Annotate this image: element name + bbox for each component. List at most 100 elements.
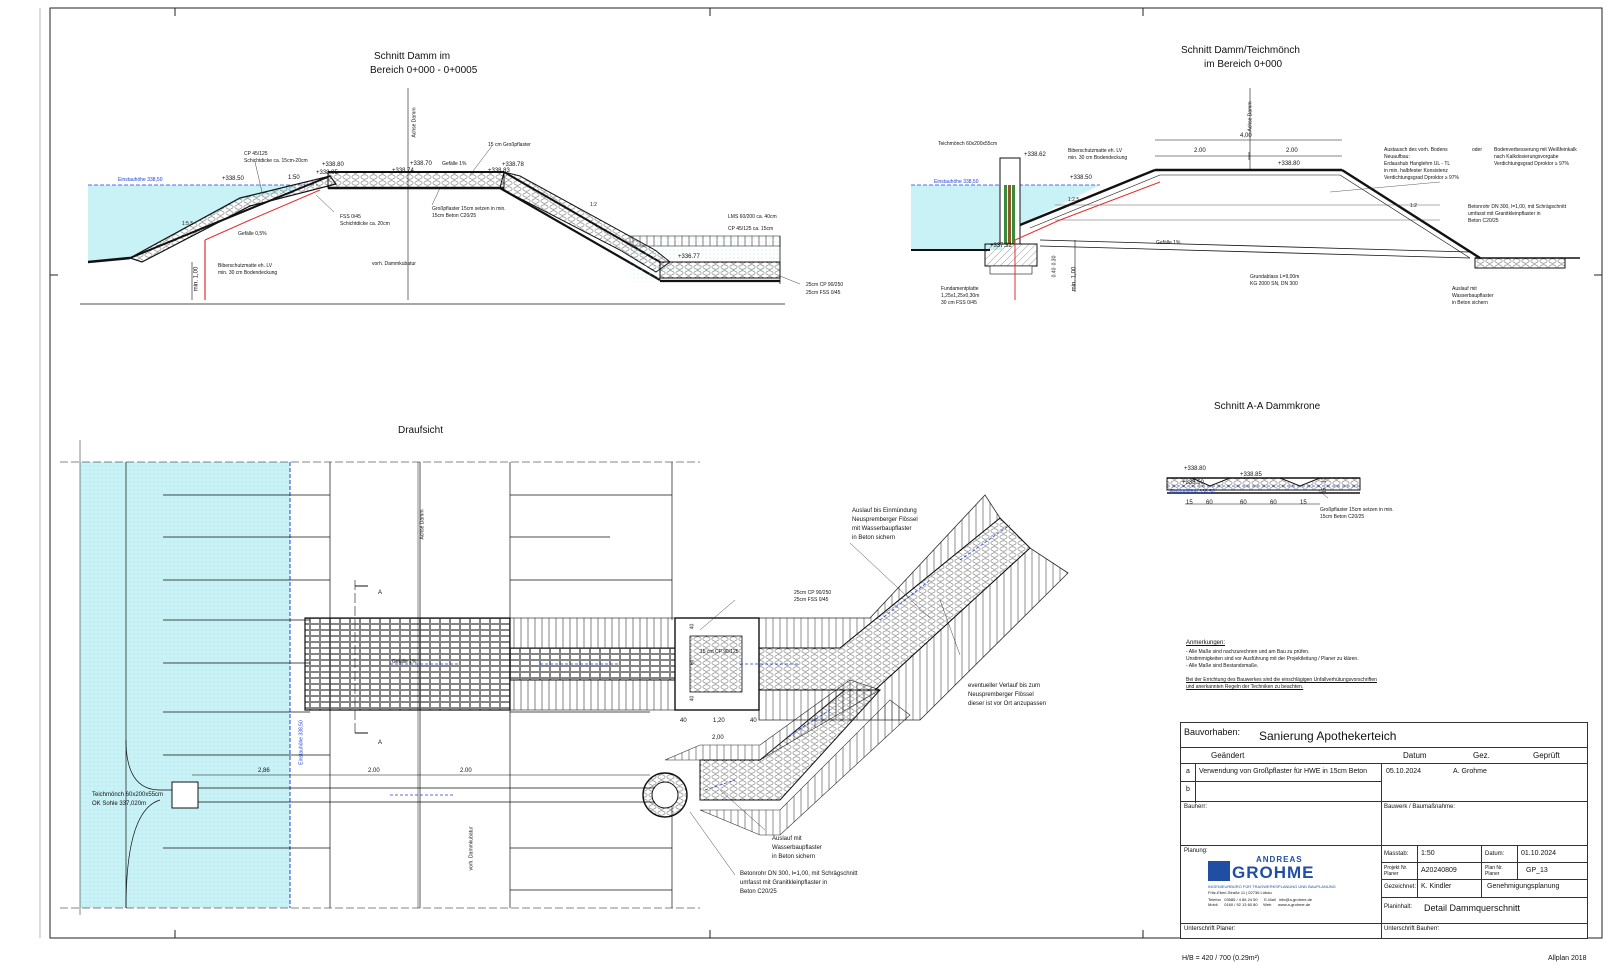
plan-outlet-bot-1: Auslauf mit: [772, 836, 802, 842]
plan-dim-9: 40: [689, 695, 696, 702]
note-right-1: Biberschutzmatte eh. LV: [1068, 148, 1123, 154]
tb-rev-a: a: [1186, 768, 1190, 775]
tb-scale-label: Masstab:: [1384, 851, 1409, 857]
tb-sig-planner: Unterschrift Planer:: [1184, 926, 1236, 932]
note-right-20: 30 cm FSS 0/45: [941, 300, 977, 306]
note-right-13: umfasst mit Granitkleinpflaster in: [1468, 211, 1541, 217]
level-left-1: +338.80: [322, 162, 344, 168]
slope-left-0: 1:5.5: [182, 221, 194, 227]
plan-dim-7: 40: [689, 623, 696, 630]
tb-rev-a-text: Verwendung von Großpflaster für HWE in 1…: [1199, 768, 1368, 775]
level-left-0: +338.50: [222, 176, 244, 182]
crest-dim-1: 60: [1206, 500, 1213, 506]
crest-water-label: Einstauhöhe 338,50: [1170, 489, 1215, 495]
dim-right-1: 2.00: [1194, 148, 1206, 154]
note-left-5: 15cm Beton C20/25: [432, 213, 477, 219]
plan-pipe-2: umfasst mit Granitkleinpflaster in: [740, 880, 828, 886]
note-left-1: Schichtdicke ca. 15cm-20cm: [244, 158, 308, 164]
water-level-label-left: Einstauhöhe 338,50: [118, 177, 163, 183]
note-left-6: FSS 0/45: [340, 214, 361, 220]
tb-planno-label-2: Planer: [1485, 871, 1500, 877]
level-right-3: +337.32: [990, 243, 1012, 249]
note-right-17: KG 2000 SN, DN 300: [1250, 281, 1298, 287]
note-left-9: Biberschutzmatte eh. LV: [218, 263, 273, 269]
plan-cp-label: 15 cm CP 90/125: [700, 649, 739, 655]
note-left-0: CP 45/125: [244, 151, 268, 157]
tb-col-checked: Geprüft: [1533, 751, 1560, 760]
plan-dim-1: 2.00: [368, 768, 380, 774]
note-left-16: min. 1,00: [193, 266, 200, 292]
note-right-9: Bodenverbesserung mit Weißfeinkalk: [1494, 147, 1577, 153]
tb-client-label: Bauherr:: [1184, 804, 1208, 810]
plan-dim-4: 1,20: [713, 718, 725, 724]
level-left-2: +338.85: [316, 170, 338, 176]
dim-right-2: 2.00: [1286, 148, 1298, 154]
slope-left-2: 1:2: [590, 202, 597, 208]
tb-projno: A20240809: [1421, 867, 1457, 874]
remarks-line-3: Bei der Errichtung des Bauwerkes sind di…: [1186, 677, 1377, 683]
plan-outlet-bot-3: in Beton sichern: [772, 854, 816, 860]
note-left-2: 15 cm Großpflaster: [488, 142, 531, 148]
remarks-line-4: und anerkannten Regeln der Techniken zu …: [1186, 684, 1304, 690]
remarks-line-2: - Alle Maße sind Bestandsmaße.: [1186, 663, 1259, 669]
plan-dim-2: 2.00: [460, 768, 472, 774]
plan-route-2: Neuspremberger Flössel: [968, 692, 1034, 698]
note-right-7: Verdichtungsgrad Dproktor ≥ 97%: [1384, 175, 1460, 181]
note-left-14: 25cm CP 90/250: [806, 282, 844, 288]
remarks-heading: Anmerkungen:: [1186, 640, 1226, 646]
dim-right-0: 4,00: [1240, 133, 1252, 139]
plan-dim-8: 60: [689, 659, 696, 666]
note-right-18: Fundamentplatte: [941, 286, 979, 292]
plan-footprint-label: vorh. Dammkubatur: [468, 826, 475, 871]
footer-software: Allplan 2018: [1548, 955, 1587, 962]
section-mark-a-bottom: A: [378, 740, 383, 746]
tb-scale: 1:50: [1421, 850, 1435, 857]
note-left-10: min. 30 cm Bodendeckung: [218, 270, 278, 276]
plan-monk-sole: OK Sohle 337,020m: [92, 801, 147, 807]
plan-dim-5: 40: [750, 718, 757, 724]
tb-structure-label: Bauwerk / Baumaßnahme:: [1384, 804, 1456, 810]
note-right-4: Neuaufbau:: [1384, 154, 1410, 160]
logo-mark: [1208, 861, 1230, 881]
remarks-line-0: - Alle Maße sind nachzurechnen und am Ba…: [1186, 649, 1310, 655]
note-left-11: vorh. Dammkubatur: [372, 261, 416, 267]
plan-outlet-top-1: Auslauf bis Einmündung: [852, 508, 917, 514]
crest-dim-4: 15: [1300, 500, 1307, 506]
tb-rev-a-drawn: A. Grohme: [1453, 768, 1487, 775]
note-right-21: Auslauf mit: [1452, 286, 1477, 292]
plan-pipe-3: Beton C20/25: [740, 889, 777, 895]
tb-col-changed: Geändert: [1211, 751, 1245, 760]
tb-phase: Genehmigungsplanung: [1487, 883, 1560, 890]
plan-dim-0: 2,86: [258, 768, 270, 774]
section-dam-monk: [911, 88, 1580, 300]
note-right-10: nach Kalkdosierungsvorgabe: [1494, 154, 1559, 160]
level-right-2: +338.80: [1278, 161, 1300, 167]
tb-rev-a-date: 05.10.2024: [1386, 768, 1422, 775]
note-left-13: CP 45/125 ca. 15cm: [728, 226, 774, 232]
tb-projno-label-2: Planer: [1384, 871, 1399, 877]
tb-project: Sanierung Apothekerteich: [1259, 729, 1397, 743]
level-left-6: +338.83: [488, 168, 510, 174]
note-right-14: Beton C20/25: [1468, 218, 1499, 224]
tb-project-label: Bauvorhaben:: [1184, 727, 1241, 737]
note-left-4: Großpflaster 15cm setzen in min.: [432, 206, 506, 212]
slope-right-1: 1:2: [1410, 203, 1417, 209]
crest-note-1: 15cm Beton C20/25: [1320, 514, 1365, 520]
tb-col-date: Datum: [1403, 751, 1427, 760]
crest-dim-6: 15: [1321, 487, 1328, 494]
plan-monk: [171, 781, 199, 809]
level-left-3: +338.74: [392, 168, 414, 174]
plan-route-1: eventueller Verlauf bis zum: [968, 683, 1041, 689]
note-left-12: LMS 60/200 ca. 40cm: [728, 214, 777, 220]
plan-layer-1: 25cm FSS 0/45: [794, 597, 829, 603]
note-right-16: Grundablass L=9,00m: [1250, 274, 1300, 280]
crest-level-0: +338.80: [1184, 466, 1206, 472]
title-section-left-2: Bereich 0+000 - 0+0005: [370, 65, 478, 76]
axis-label-left: Achse Damm: [411, 107, 418, 138]
plan-pipe-1: Betonrohr DN 300, l=1,00, mit Schrägschn…: [740, 871, 858, 877]
note-right-19: 1,25x1,25x0,30m: [941, 293, 980, 299]
crest-dim-5: 10: [1321, 477, 1328, 484]
logo-main: GROHME: [1232, 863, 1315, 882]
plan-view: [60, 440, 1069, 915]
tb-sig-client: Unterschrift Bauherr:: [1384, 926, 1440, 932]
